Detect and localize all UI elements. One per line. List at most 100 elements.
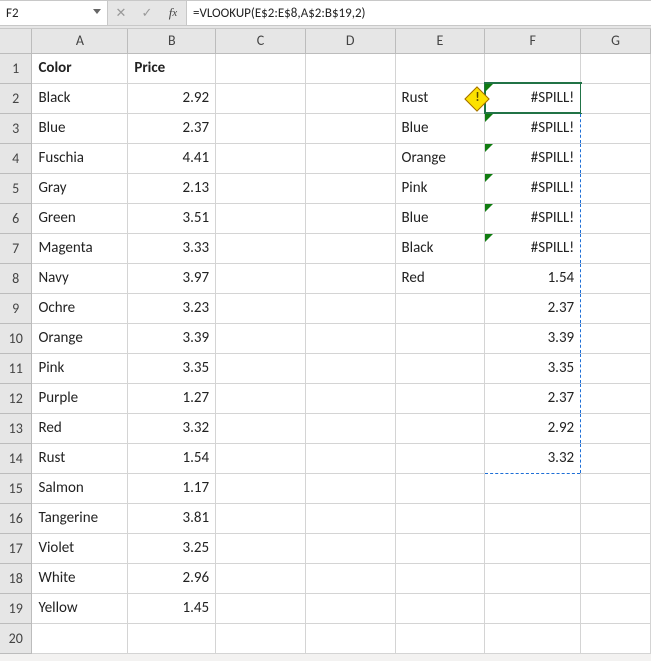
cell-D12[interactable] bbox=[305, 383, 395, 413]
cell-C13[interactable] bbox=[216, 413, 306, 443]
cell-D5[interactable] bbox=[305, 173, 395, 203]
cell-E18[interactable] bbox=[395, 563, 485, 593]
cell-B11[interactable]: 3.35 bbox=[128, 353, 216, 383]
cell-E19[interactable] bbox=[395, 593, 485, 623]
cell-G3[interactable] bbox=[581, 113, 651, 143]
cell-B15[interactable]: 1.17 bbox=[128, 473, 216, 503]
row-header-10[interactable]: 10 bbox=[0, 323, 32, 353]
row-header-19[interactable]: 19 bbox=[0, 593, 32, 623]
cell-C6[interactable] bbox=[216, 203, 306, 233]
cell-F8[interactable]: 1.54 bbox=[485, 263, 581, 293]
cell-G14[interactable] bbox=[581, 443, 651, 473]
cell-G2[interactable] bbox=[581, 83, 651, 113]
row-header-5[interactable]: 5 bbox=[0, 173, 32, 203]
cell-B1[interactable]: Price bbox=[128, 53, 216, 83]
formula-input[interactable]: =VLOOKUP(E$2:E$8,A$2:B$19,2) bbox=[187, 1, 651, 25]
cell-F9[interactable]: 2.37 bbox=[485, 293, 581, 323]
cell-F5[interactable]: #SPILL! bbox=[485, 173, 581, 203]
cell-A2[interactable]: Black bbox=[32, 83, 128, 113]
cell-F15[interactable] bbox=[485, 473, 581, 503]
cell-G18[interactable] bbox=[581, 563, 651, 593]
cell-E2[interactable]: Rust! bbox=[395, 83, 485, 113]
row-header-13[interactable]: 13 bbox=[0, 413, 32, 443]
cell-G6[interactable] bbox=[581, 203, 651, 233]
cell-D2[interactable] bbox=[305, 83, 395, 113]
cell-C14[interactable] bbox=[216, 443, 306, 473]
cell-E17[interactable] bbox=[395, 533, 485, 563]
row-header-15[interactable]: 15 bbox=[0, 473, 32, 503]
cell-C15[interactable] bbox=[216, 473, 306, 503]
cell-F1[interactable] bbox=[485, 53, 581, 83]
cell-G13[interactable] bbox=[581, 413, 651, 443]
cell-B12[interactable]: 1.27 bbox=[128, 383, 216, 413]
col-header-C[interactable]: C bbox=[216, 29, 306, 53]
cell-B16[interactable]: 3.81 bbox=[128, 503, 216, 533]
cell-D1[interactable] bbox=[305, 53, 395, 83]
cell-E6[interactable]: Blue bbox=[395, 203, 485, 233]
spreadsheet-grid[interactable]: A B C D E F G 1 Color Price 2Black2.92Ru… bbox=[0, 29, 651, 654]
cell-B5[interactable]: 2.13 bbox=[128, 173, 216, 203]
row-header-11[interactable]: 11 bbox=[0, 353, 32, 383]
cell-B4[interactable]: 4.41 bbox=[128, 143, 216, 173]
cell-F4[interactable]: #SPILL! bbox=[485, 143, 581, 173]
cell-C9[interactable] bbox=[216, 293, 306, 323]
cell-B17[interactable]: 3.25 bbox=[128, 533, 216, 563]
cell-A4[interactable]: Fuschia bbox=[32, 143, 128, 173]
cell-C7[interactable] bbox=[216, 233, 306, 263]
cell-G1[interactable] bbox=[581, 53, 651, 83]
col-header-G[interactable]: G bbox=[581, 29, 651, 53]
cell-G15[interactable] bbox=[581, 473, 651, 503]
cell-G5[interactable] bbox=[581, 173, 651, 203]
select-all-corner[interactable] bbox=[0, 29, 32, 53]
cell-E15[interactable] bbox=[395, 473, 485, 503]
cell-D4[interactable] bbox=[305, 143, 395, 173]
cell-B9[interactable]: 3.23 bbox=[128, 293, 216, 323]
cell-A15[interactable]: Salmon bbox=[32, 473, 128, 503]
cell-A1[interactable]: Color bbox=[32, 53, 128, 83]
cell-A17[interactable]: Violet bbox=[32, 533, 128, 563]
cell-E7[interactable]: Black bbox=[395, 233, 485, 263]
cell-E5[interactable]: Pink bbox=[395, 173, 485, 203]
cell-E14[interactable] bbox=[395, 443, 485, 473]
cell-A19[interactable]: Yellow bbox=[32, 593, 128, 623]
cell-E8[interactable]: Red bbox=[395, 263, 485, 293]
cell-G11[interactable] bbox=[581, 353, 651, 383]
cell-C17[interactable] bbox=[216, 533, 306, 563]
cell-B6[interactable]: 3.51 bbox=[128, 203, 216, 233]
cell-F17[interactable] bbox=[485, 533, 581, 563]
cell-F7[interactable]: #SPILL! bbox=[485, 233, 581, 263]
cell-E3[interactable]: Blue bbox=[395, 113, 485, 143]
row-header-12[interactable]: 12 bbox=[0, 383, 32, 413]
row-header-18[interactable]: 18 bbox=[0, 563, 32, 593]
cell-B3[interactable]: 2.37 bbox=[128, 113, 216, 143]
cell-D6[interactable] bbox=[305, 203, 395, 233]
cell-A3[interactable]: Blue bbox=[32, 113, 128, 143]
cell-A12[interactable]: Purple bbox=[32, 383, 128, 413]
cell-B20[interactable] bbox=[128, 623, 216, 653]
cell-G8[interactable] bbox=[581, 263, 651, 293]
cell-F11[interactable]: 3.35 bbox=[485, 353, 581, 383]
cell-F3[interactable]: #SPILL! bbox=[485, 113, 581, 143]
cell-C16[interactable] bbox=[216, 503, 306, 533]
cell-A13[interactable]: Red bbox=[32, 413, 128, 443]
cell-E11[interactable] bbox=[395, 353, 485, 383]
cell-D9[interactable] bbox=[305, 293, 395, 323]
row-header-14[interactable]: 14 bbox=[0, 443, 32, 473]
row-header-2[interactable]: 2 bbox=[0, 83, 32, 113]
cell-A5[interactable]: Gray bbox=[32, 173, 128, 203]
cell-A9[interactable]: Ochre bbox=[32, 293, 128, 323]
cell-B19[interactable]: 1.45 bbox=[128, 593, 216, 623]
cell-G10[interactable] bbox=[581, 323, 651, 353]
cell-F13[interactable]: 2.92 bbox=[485, 413, 581, 443]
cell-D13[interactable] bbox=[305, 413, 395, 443]
cell-E9[interactable] bbox=[395, 293, 485, 323]
cell-C20[interactable] bbox=[216, 623, 306, 653]
cell-C19[interactable] bbox=[216, 593, 306, 623]
cell-C2[interactable] bbox=[216, 83, 306, 113]
cell-F12[interactable]: 2.37 bbox=[485, 383, 581, 413]
cancel-button[interactable]: ✕ bbox=[112, 4, 130, 22]
cell-A10[interactable]: Orange bbox=[32, 323, 128, 353]
cell-C11[interactable] bbox=[216, 353, 306, 383]
name-box[interactable]: F2 bbox=[0, 1, 108, 25]
cell-D15[interactable] bbox=[305, 473, 395, 503]
